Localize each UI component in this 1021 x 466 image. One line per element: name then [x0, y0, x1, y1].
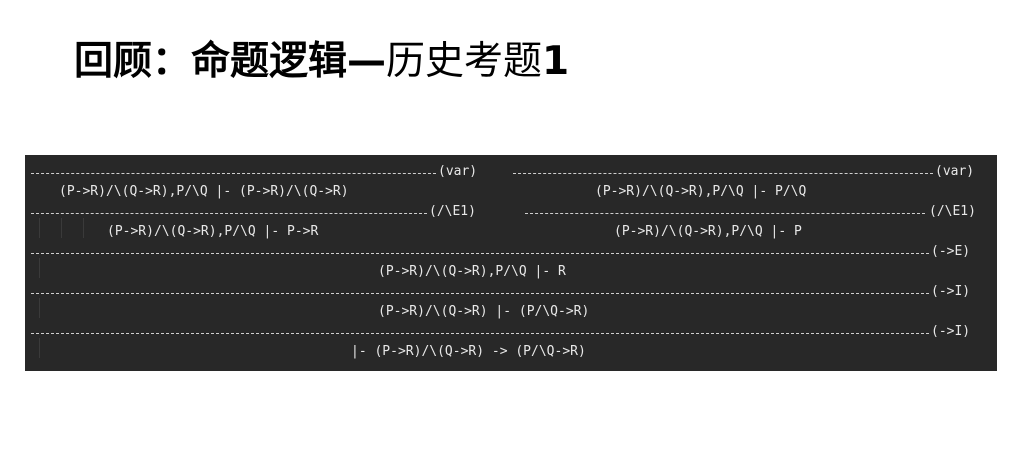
rule-line-var-right [513, 173, 933, 174]
rule-line-var-left [31, 173, 436, 174]
rule-label-and-elim-left: (/\E1) [429, 204, 476, 219]
rule-label-and-elim-right: (/\E1) [929, 204, 976, 219]
rule-label-imp-intro-2: (->I) [931, 324, 971, 339]
sequent-right-mid: (P->R)/\(Q->R),P/\Q |- P [614, 224, 802, 239]
title-number: 1 [542, 39, 570, 84]
sequent-right-top: (P->R)/\(Q->R),P/\Q |- P/\Q [595, 184, 807, 199]
terminal-proof-tree: (var) (var) (P->R)/\(Q->R),P/\Q |- (P->R… [25, 155, 997, 371]
title-regular-part: 历史考题 [386, 39, 543, 84]
rule-label-var-left: (var) [438, 164, 478, 179]
rule-line-imp-intro-1 [31, 293, 929, 294]
rule-line-and-elim-right [525, 213, 925, 214]
rule-label-imp-elim: (->E) [931, 244, 971, 259]
rule-line-imp-intro-2 [31, 333, 929, 334]
rule-line-and-elim-left [31, 213, 427, 214]
rule-label-var-right: (var) [935, 164, 975, 179]
sequent-left-top: (P->R)/\(Q->R),P/\Q |- (P->R)/\(Q->R) [59, 184, 349, 199]
title-bold-part: 回顾：命题逻辑— [74, 39, 387, 84]
rule-line-imp-elim [31, 253, 929, 254]
slide-title: 回顾：命题逻辑— 历史考题 1 [74, 30, 570, 84]
sequent-line5: |- (P->R)/\(Q->R) -> (P/\Q->R) [351, 344, 586, 359]
sequent-left-mid: (P->R)/\(Q->R),P/\Q |- P->R [107, 224, 319, 239]
rule-label-imp-intro-1: (->I) [931, 284, 971, 299]
sequent-line3: (P->R)/\(Q->R),P/\Q |- R [378, 264, 566, 279]
sequent-line4: (P->R)/\(Q->R) |- (P/\Q->R) [378, 304, 590, 319]
